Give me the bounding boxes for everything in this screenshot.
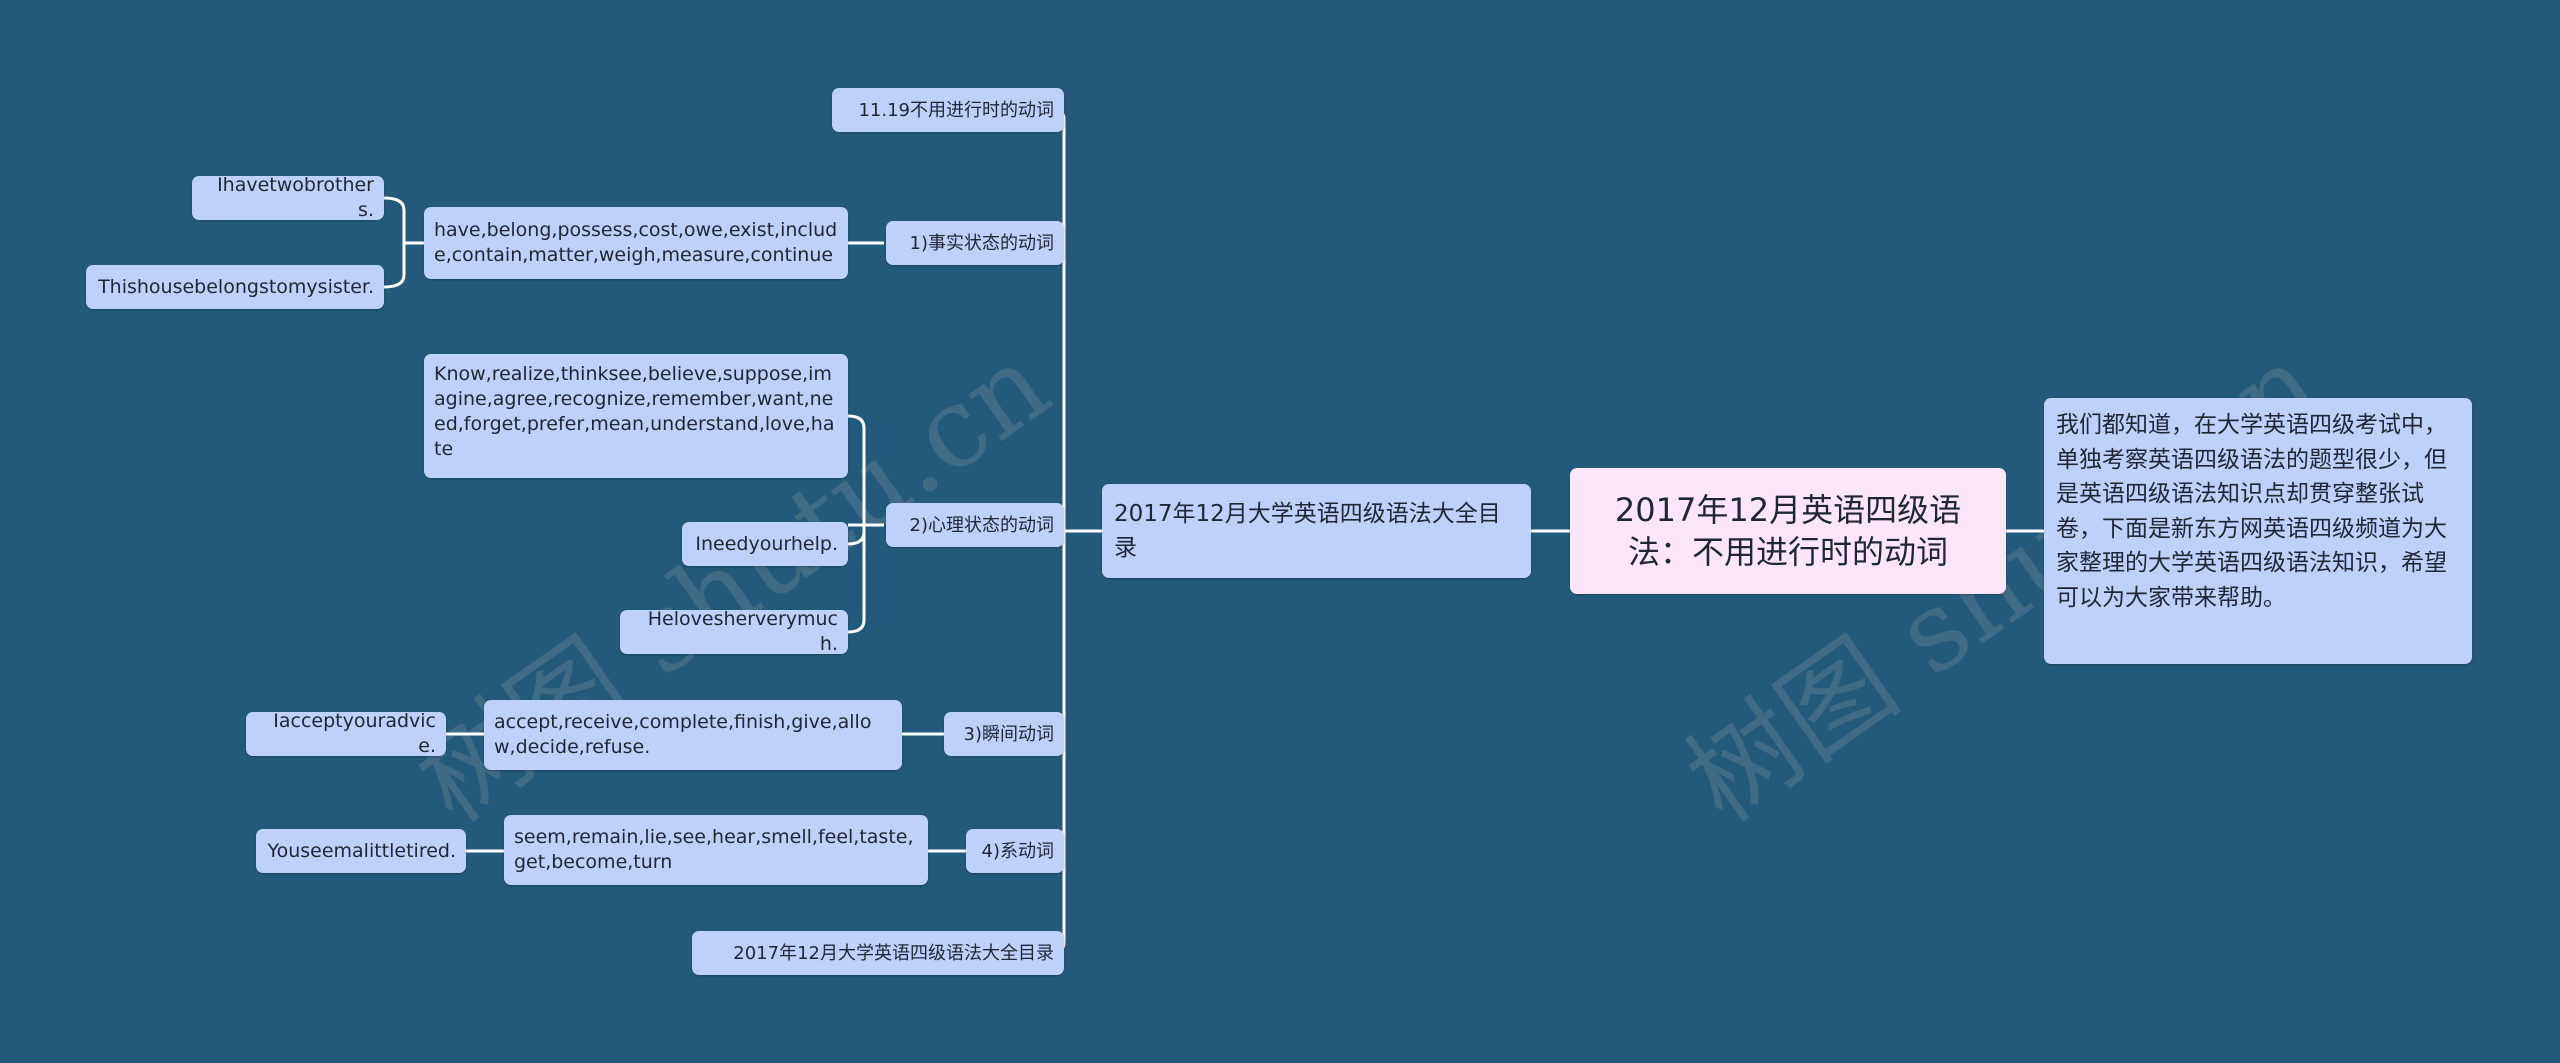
verbs-text: Know,realize,thinksee,believe,suppose,im…: [434, 363, 835, 460]
link-t1-examples: [383, 196, 424, 289]
main-branch-node[interactable]: 2017年12月大学英语四级语法大全目录: [1102, 484, 1531, 578]
example-node[interactable]: Ineedyourhelp.: [682, 522, 848, 566]
verbs-node[interactable]: have,belong,possess,cost,owe,exist,inclu…: [424, 207, 848, 279]
example-node[interactable]: Helovesherverymuch.: [620, 608, 848, 655]
verbs-text: accept,receive,complete,finish,give,allo…: [494, 711, 872, 758]
example-text: Helovesherverymuch.: [647, 608, 838, 655]
example-text: Ineedyourhelp.: [695, 532, 838, 555]
root-title: 2017年12月英语四级语法：不用进行时的动词: [1614, 491, 1962, 571]
root-topic[interactable]: 2017年12月英语四级语法：不用进行时的动词: [1570, 468, 2006, 594]
topic-label: 11.19不用进行时的动词: [858, 99, 1054, 121]
topic-node[interactable]: 3)瞬间动词: [944, 712, 1064, 756]
example-text: Iacceptyouradvice.: [273, 710, 436, 757]
topic-label: 2)心理状态的动词: [909, 514, 1054, 536]
verbs-node[interactable]: seem,remain,lie,see,hear,smell,feel,tast…: [504, 815, 928, 885]
verbs-text: seem,remain,lie,see,hear,smell,feel,tast…: [514, 826, 914, 873]
topic-node[interactable]: 1)事实状态的动词: [886, 221, 1064, 265]
topic-node[interactable]: 11.19不用进行时的动词: [832, 88, 1064, 132]
example-node[interactable]: Iacceptyouradvice.: [246, 710, 446, 757]
example-text: Ihavetwobrothers.: [217, 174, 374, 221]
main-branch-label: 2017年12月大学英语四级语法大全目录: [1114, 501, 1501, 561]
example-node[interactable]: Ihavetwobrothers.: [192, 174, 384, 221]
verbs-text: have,belong,possess,cost,owe,exist,inclu…: [434, 219, 838, 266]
topic-label: 3)瞬间动词: [963, 723, 1054, 745]
example-text: Youseemalittletired.: [267, 839, 456, 862]
example-node[interactable]: Thishousebelongstomysister.: [86, 265, 384, 309]
example-node[interactable]: Youseemalittletired.: [256, 829, 466, 873]
topic-node[interactable]: 2017年12月大学英语四级语法大全目录: [692, 931, 1064, 975]
topic-node[interactable]: 2)心理状态的动词: [886, 503, 1064, 547]
topic-node[interactable]: 4)系动词: [966, 829, 1064, 873]
summary-text: 我们都知道，在大学英语四级考试中，单独考察英语四级语法的题型很少，但是英语四级语…: [2056, 412, 2447, 611]
topic-label: 4)系动词: [981, 840, 1054, 862]
example-text: Thishousebelongstomysister.: [98, 275, 374, 298]
summary-note[interactable]: 我们都知道，在大学英语四级考试中，单独考察英语四级语法的题型很少，但是英语四级语…: [2044, 398, 2472, 664]
topic-label: 1)事实状态的动词: [909, 232, 1054, 254]
topic-label: 2017年12月大学英语四级语法大全目录: [733, 942, 1054, 964]
verbs-node[interactable]: accept,receive,complete,finish,give,allo…: [484, 700, 902, 770]
verbs-node[interactable]: Know,realize,thinksee,believe,suppose,im…: [424, 354, 848, 478]
